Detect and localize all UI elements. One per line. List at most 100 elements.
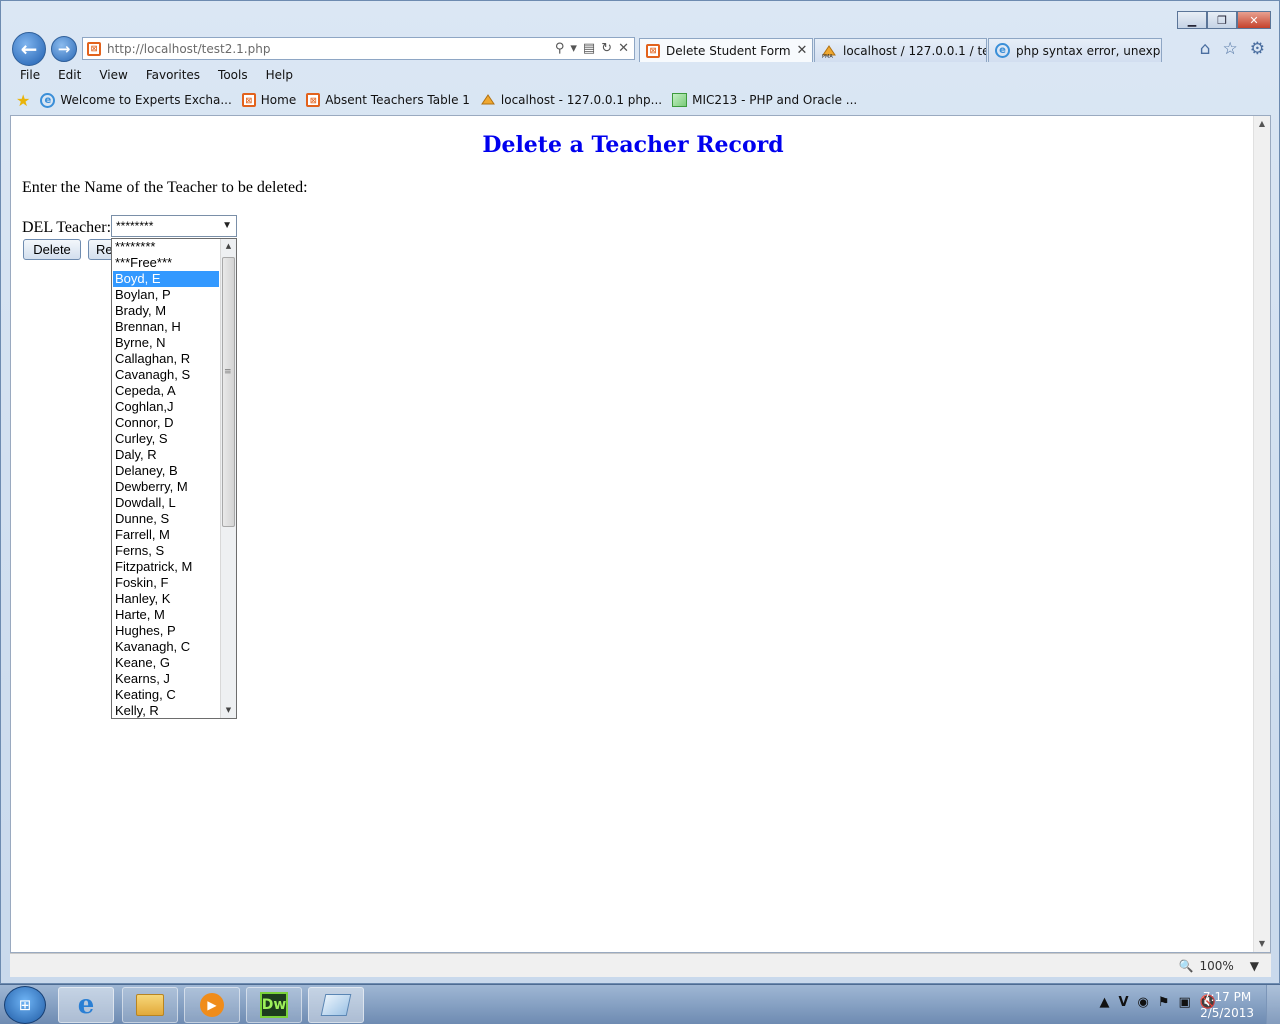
dropdown-option[interactable]: Kearns, J [113, 671, 219, 687]
dropdown-option[interactable]: Delaney, B [113, 463, 219, 479]
taskbar-ie[interactable]: e [58, 987, 114, 1023]
menu-file[interactable]: File [20, 68, 40, 82]
dropdown-option[interactable]: Kelly, R [113, 703, 219, 718]
home-icon[interactable]: ⌂ [1200, 39, 1211, 59]
scroll-down-icon[interactable]: ▼ [221, 703, 236, 718]
menu-tools[interactable]: Tools [218, 68, 248, 82]
dropdown-option[interactable]: Callaghan, R [113, 351, 219, 367]
dropdown-option[interactable]: Brady, M [113, 303, 219, 319]
address-bar[interactable]: ⊠ http://localhost/test2.1.php ⚲ ▾ ▤ ↻ ✕ [82, 37, 635, 60]
close-tab-icon[interactable]: ✕ [797, 43, 808, 58]
antivirus-icon[interactable]: V [1118, 995, 1128, 1010]
taskbar-dreamweaver[interactable]: Dw [246, 987, 302, 1023]
dropdown-option[interactable]: ***Free*** [113, 255, 219, 271]
page-viewport: Delete a Teacher Record Enter the Name o… [10, 115, 1271, 953]
media-player-icon: ▶ [200, 993, 224, 1017]
dropdown-option[interactable]: Dunne, S [113, 511, 219, 527]
taskbar-explorer[interactable] [122, 987, 178, 1023]
dropdown-option[interactable]: Boylan, P [113, 287, 219, 303]
dropdown-scrollbar[interactable]: ▲ ≡ ▼ [220, 239, 236, 718]
favorite-link[interactable]: ⊠ Home [241, 93, 297, 107]
dropdown-option[interactable]: Hanley, K [113, 591, 219, 607]
taskbar-clock[interactable]: 7:17 PM 2/5/2013 [1200, 989, 1254, 1021]
ie-icon: e [77, 990, 95, 1020]
delete-button[interactable]: Delete [23, 239, 81, 260]
dropdown-option[interactable]: Dowdall, L [113, 495, 219, 511]
forward-button[interactable]: → [51, 36, 77, 62]
dropdown-option[interactable]: ******** [113, 239, 219, 255]
dropdown-option[interactable]: Fitzpatrick, M [113, 559, 219, 575]
dropdown-option[interactable]: Kavanagh, C [113, 639, 219, 655]
page-scrollbar[interactable]: ▲ ▼ [1253, 116, 1270, 952]
dropdown-option[interactable]: Coghlan,J [113, 399, 219, 415]
favorite-label: MIC213 - PHP and Oracle ... [692, 93, 858, 107]
network-icon[interactable]: ◉ [1138, 995, 1149, 1010]
dropdown-option[interactable]: Keane, G [113, 655, 219, 671]
close-window-button[interactable]: ✕ [1237, 11, 1271, 29]
scroll-up-icon[interactable]: ▲ [221, 239, 236, 254]
favorite-label: Home [260, 93, 297, 107]
zoom-level[interactable]: 100% [1199, 959, 1233, 973]
show-hidden-icons[interactable]: ▲ [1099, 995, 1109, 1010]
url-text[interactable]: http://localhost/test2.1.php [107, 42, 555, 56]
scroll-up-icon[interactable]: ▲ [1254, 116, 1270, 132]
refresh-icon[interactable]: ↻ [601, 41, 612, 56]
dropdown-option[interactable]: Keating, C [113, 687, 219, 703]
dropdown-option[interactable]: Byrne, N [113, 335, 219, 351]
xampp-icon: ⊠ [306, 93, 321, 107]
favorite-link[interactable]: ⊠ Absent Teachers Table 1 [306, 93, 470, 107]
display-icon[interactable]: ▣ [1179, 995, 1191, 1010]
search-icon[interactable]: ⚲ [555, 41, 565, 56]
menu-edit[interactable]: Edit [58, 68, 81, 82]
gear-icon[interactable]: ⚙ [1250, 39, 1265, 59]
dropdown-option[interactable]: Connor, D [113, 415, 219, 431]
stop-icon[interactable]: ✕ [618, 41, 629, 56]
dropdown-option[interactable]: Daly, R [113, 447, 219, 463]
menu-help[interactable]: Help [266, 68, 293, 82]
dropdown-option[interactable]: Dewberry, M [113, 479, 219, 495]
zoom-icon: 🔍 [1178, 958, 1194, 973]
action-center-flag-icon[interactable]: ⚑ [1158, 995, 1170, 1010]
taskbar-notepad[interactable] [308, 987, 364, 1023]
tab-delete-student-form[interactable]: ⊠ Delete Student Form ✕ [639, 38, 813, 62]
scroll-down-icon[interactable]: ▼ [1254, 936, 1270, 952]
favorite-link[interactable]: localhost - 127.0.0.1 php... [480, 93, 662, 107]
dropdown-option[interactable]: Harte, M [113, 607, 219, 623]
favorite-link[interactable]: e Welcome to Experts Excha... [40, 92, 232, 108]
teacher-select[interactable]: ******** ▼ [111, 215, 237, 237]
compatibility-view-icon[interactable]: ▤ [583, 41, 595, 56]
menu-view[interactable]: View [99, 68, 127, 82]
teacher-dropdown-list[interactable]: ******** ***Free*** Boyd, E Boylan, P Brady,… [111, 238, 237, 719]
teacher-select-label: DEL Teacher: [22, 219, 112, 236]
dropdown-scroll-thumb[interactable] [222, 257, 235, 527]
clock-time: 7:17 PM [1202, 990, 1252, 1004]
start-button[interactable]: ⊞ [4, 986, 46, 1024]
menu-favorites[interactable]: Favorites [146, 68, 200, 82]
minimize-button[interactable]: ▁ [1177, 11, 1207, 29]
restore-button[interactable]: ❐ [1207, 11, 1237, 29]
dropdown-option[interactable]: Farrell, M [113, 527, 219, 543]
back-button[interactable]: ← [12, 32, 46, 66]
dropdown-option[interactable]: Ferns, S [113, 543, 219, 559]
dropdown-option[interactable]: Boyd, E [113, 271, 219, 287]
dropdown-arrow-icon[interactable]: ▾ [570, 41, 577, 56]
dropdown-option[interactable]: Brennan, H [113, 319, 219, 335]
dropdown-option[interactable]: Hughes, P [113, 623, 219, 639]
favorite-label: Welcome to Experts Excha... [60, 93, 232, 107]
dropdown-option[interactable]: Foskin, F [113, 575, 219, 591]
favorite-label: localhost - 127.0.0.1 php... [500, 93, 663, 107]
taskbar-media-player[interactable]: ▶ [184, 987, 240, 1023]
tab-php-syntax-error[interactable]: e php syntax error, unexpec... [988, 38, 1162, 62]
chevron-down-icon[interactable]: ▼ [222, 220, 232, 231]
dropdown-option[interactable]: Cepeda, A [113, 383, 219, 399]
dropdown-option[interactable]: Cavanagh, S [113, 367, 219, 383]
favorites-star-icon[interactable]: ☆ [1223, 39, 1238, 59]
tab-phpmyadmin[interactable]: PMA localhost / 127.0.0.1 / test... [814, 38, 987, 62]
favorites-add-icon[interactable]: ★ [16, 91, 30, 110]
chevron-down-icon[interactable]: ▼ [1250, 959, 1259, 973]
dropdown-option[interactable]: Curley, S [113, 431, 219, 447]
teacher-select-value: ******** [116, 219, 154, 233]
show-desktop-button[interactable] [1266, 985, 1280, 1024]
favorite-link[interactable]: MIC213 - PHP and Oracle ... [672, 93, 857, 107]
favorite-label: Absent Teachers Table 1 [325, 93, 470, 107]
